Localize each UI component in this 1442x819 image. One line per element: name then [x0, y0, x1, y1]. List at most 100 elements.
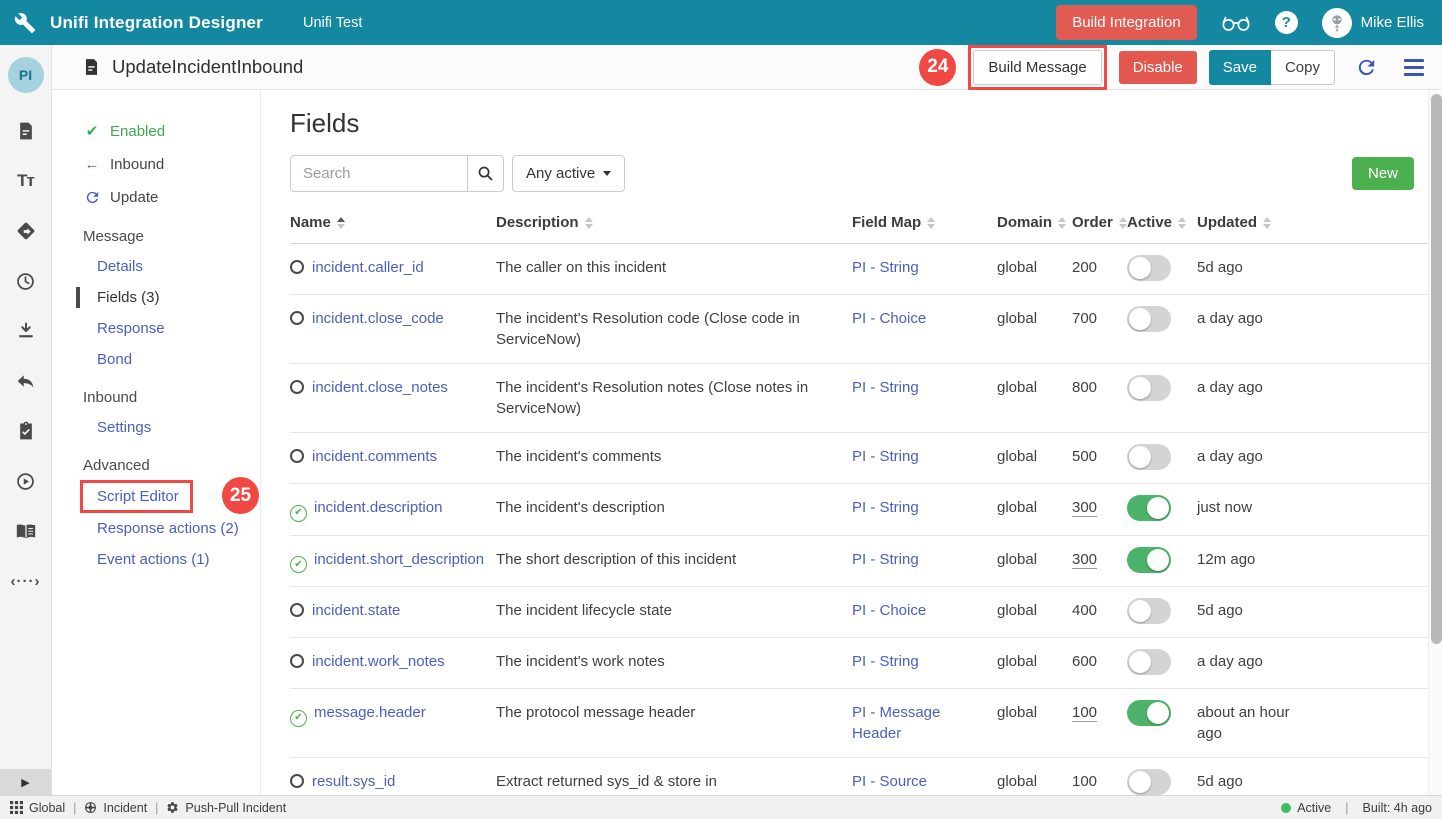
- field-name-link[interactable]: incident.close_code: [312, 310, 444, 327]
- column-header-field-map[interactable]: Field Map: [852, 214, 997, 231]
- active-toggle[interactable]: [1127, 769, 1171, 795]
- incident-icon: [84, 801, 97, 814]
- nav-inbound[interactable]: ← Inbound: [52, 148, 260, 181]
- field-order-value[interactable]: 100: [1072, 704, 1097, 722]
- nav-bond[interactable]: Bond: [52, 344, 260, 375]
- user-menu[interactable]: Mike Ellis: [1322, 8, 1424, 38]
- active-toggle[interactable]: [1127, 444, 1171, 470]
- save-button[interactable]: Save: [1209, 50, 1271, 85]
- nav-fields[interactable]: Fields (3): [52, 282, 260, 313]
- build-integration-button[interactable]: Build Integration: [1056, 5, 1196, 40]
- process-item[interactable]: Incident: [84, 801, 147, 815]
- field-name-cell: incident.state: [290, 587, 496, 634]
- disable-button[interactable]: Disable: [1119, 51, 1197, 84]
- nav-response[interactable]: Response: [52, 313, 260, 344]
- column-header-domain[interactable]: Domain: [997, 214, 1072, 231]
- process-label: Incident: [103, 801, 147, 815]
- code-icon[interactable]: ‹···›: [14, 569, 38, 593]
- copy-button[interactable]: Copy: [1271, 50, 1335, 85]
- help-icon[interactable]: ?: [1275, 11, 1298, 34]
- column-header-order[interactable]: Order: [1072, 214, 1127, 231]
- field-order-value[interactable]: 300: [1072, 551, 1097, 569]
- nav-settings[interactable]: Settings: [52, 412, 260, 443]
- scope-item[interactable]: Global: [10, 801, 65, 815]
- active-filter-dropdown[interactable]: Any active: [512, 155, 625, 192]
- field-domain: global: [997, 689, 1072, 736]
- column-header-label: Active: [1127, 214, 1172, 231]
- field-name-link[interactable]: message.header: [314, 704, 426, 721]
- field-order-value: 600: [1072, 653, 1097, 670]
- active-toggle[interactable]: [1127, 700, 1171, 726]
- field-name-link[interactable]: incident.comments: [312, 448, 437, 465]
- integration-avatar[interactable]: PI: [8, 57, 44, 93]
- docs-book-icon[interactable]: [14, 519, 38, 543]
- download-icon[interactable]: [14, 319, 38, 343]
- field-map-link[interactable]: PI - String: [852, 379, 919, 396]
- column-header-active[interactable]: Active: [1127, 214, 1197, 231]
- field-name-link[interactable]: incident.description: [314, 499, 442, 516]
- scrollbar-thumb[interactable]: [1431, 94, 1442, 644]
- field-map-link[interactable]: PI - Choice: [852, 602, 926, 619]
- column-header-updated[interactable]: Updated: [1197, 214, 1307, 231]
- field-active-check-icon: ✔: [290, 710, 307, 727]
- active-toggle[interactable]: [1127, 598, 1171, 624]
- search-input[interactable]: [290, 155, 468, 192]
- active-toggle[interactable]: [1127, 649, 1171, 675]
- new-field-button[interactable]: New: [1352, 157, 1414, 190]
- reply-icon[interactable]: [14, 369, 38, 393]
- directions-icon[interactable]: [14, 219, 38, 243]
- field-map-link[interactable]: PI - String: [852, 448, 919, 465]
- field-map-cell: PI - String: [852, 244, 997, 291]
- search-button[interactable]: [468, 155, 504, 192]
- field-name-cell: incident.work_notes: [290, 638, 496, 685]
- build-message-button[interactable]: Build Message: [973, 50, 1101, 85]
- expand-sidebar-button[interactable]: ▶: [0, 769, 51, 795]
- nav-enabled[interactable]: ✔ Enabled: [52, 114, 260, 148]
- user-avatar: [1322, 8, 1352, 38]
- field-map-cell: PI - Source Reference: [852, 758, 997, 795]
- field-map-link[interactable]: PI - Source Reference: [852, 773, 927, 795]
- field-order-value[interactable]: 300: [1072, 499, 1097, 517]
- nav-details[interactable]: Details: [52, 251, 260, 282]
- field-name-link[interactable]: incident.close_notes: [312, 379, 448, 396]
- tasks-icon[interactable]: [14, 419, 38, 443]
- field-name-link[interactable]: incident.work_notes: [312, 653, 445, 670]
- field-map-link[interactable]: PI - String: [852, 499, 919, 516]
- document-icon[interactable]: [14, 119, 38, 143]
- field-name-link[interactable]: incident.caller_id: [312, 259, 424, 276]
- active-toggle[interactable]: [1127, 495, 1171, 521]
- refresh-icon[interactable]: [1355, 56, 1378, 79]
- field-name-link[interactable]: incident.state: [312, 602, 400, 619]
- active-toggle[interactable]: [1127, 306, 1171, 332]
- nav-event-actions[interactable]: Event actions (1): [52, 544, 260, 575]
- field-map-link[interactable]: PI - Message Header: [852, 704, 940, 742]
- nav-script-editor[interactable]: Script Editor: [83, 486, 190, 507]
- play-circle-icon[interactable]: [14, 469, 38, 493]
- active-toggle[interactable]: [1127, 547, 1171, 573]
- field-updated: a day ago: [1197, 433, 1307, 480]
- annotation-badge-25: 25: [222, 477, 259, 514]
- column-header-name[interactable]: Name: [290, 214, 496, 231]
- nav-response-actions[interactable]: Response actions (2): [52, 513, 260, 544]
- field-name-link[interactable]: result.sys_id: [312, 773, 395, 790]
- field-map-link[interactable]: PI - String: [852, 259, 919, 276]
- text-fields-icon[interactable]: Tт: [14, 169, 38, 193]
- search-icon: [477, 165, 494, 182]
- sort-asc-icon: [337, 217, 345, 222]
- field-name-link[interactable]: incident.short_description: [314, 551, 484, 568]
- column-header-description[interactable]: Description: [496, 214, 852, 231]
- grid-icon: [10, 801, 23, 814]
- active-toggle[interactable]: [1127, 375, 1171, 401]
- history-icon[interactable]: [14, 269, 38, 293]
- nav-update[interactable]: Update: [52, 181, 260, 214]
- status-bar: Global | Incident | Push-Pull Incident A…: [0, 795, 1442, 819]
- field-map-link[interactable]: PI - Choice: [852, 310, 926, 327]
- preview-glasses-icon[interactable]: [1221, 14, 1251, 32]
- vertical-scrollbar[interactable]: [1428, 90, 1442, 795]
- integration-item[interactable]: Push-Pull Incident: [166, 801, 286, 815]
- field-map-link[interactable]: PI - String: [852, 653, 919, 670]
- menu-icon[interactable]: [1404, 59, 1424, 76]
- field-map-link[interactable]: PI - String: [852, 551, 919, 568]
- active-toggle[interactable]: [1127, 255, 1171, 281]
- field-description: The protocol message header: [496, 689, 852, 736]
